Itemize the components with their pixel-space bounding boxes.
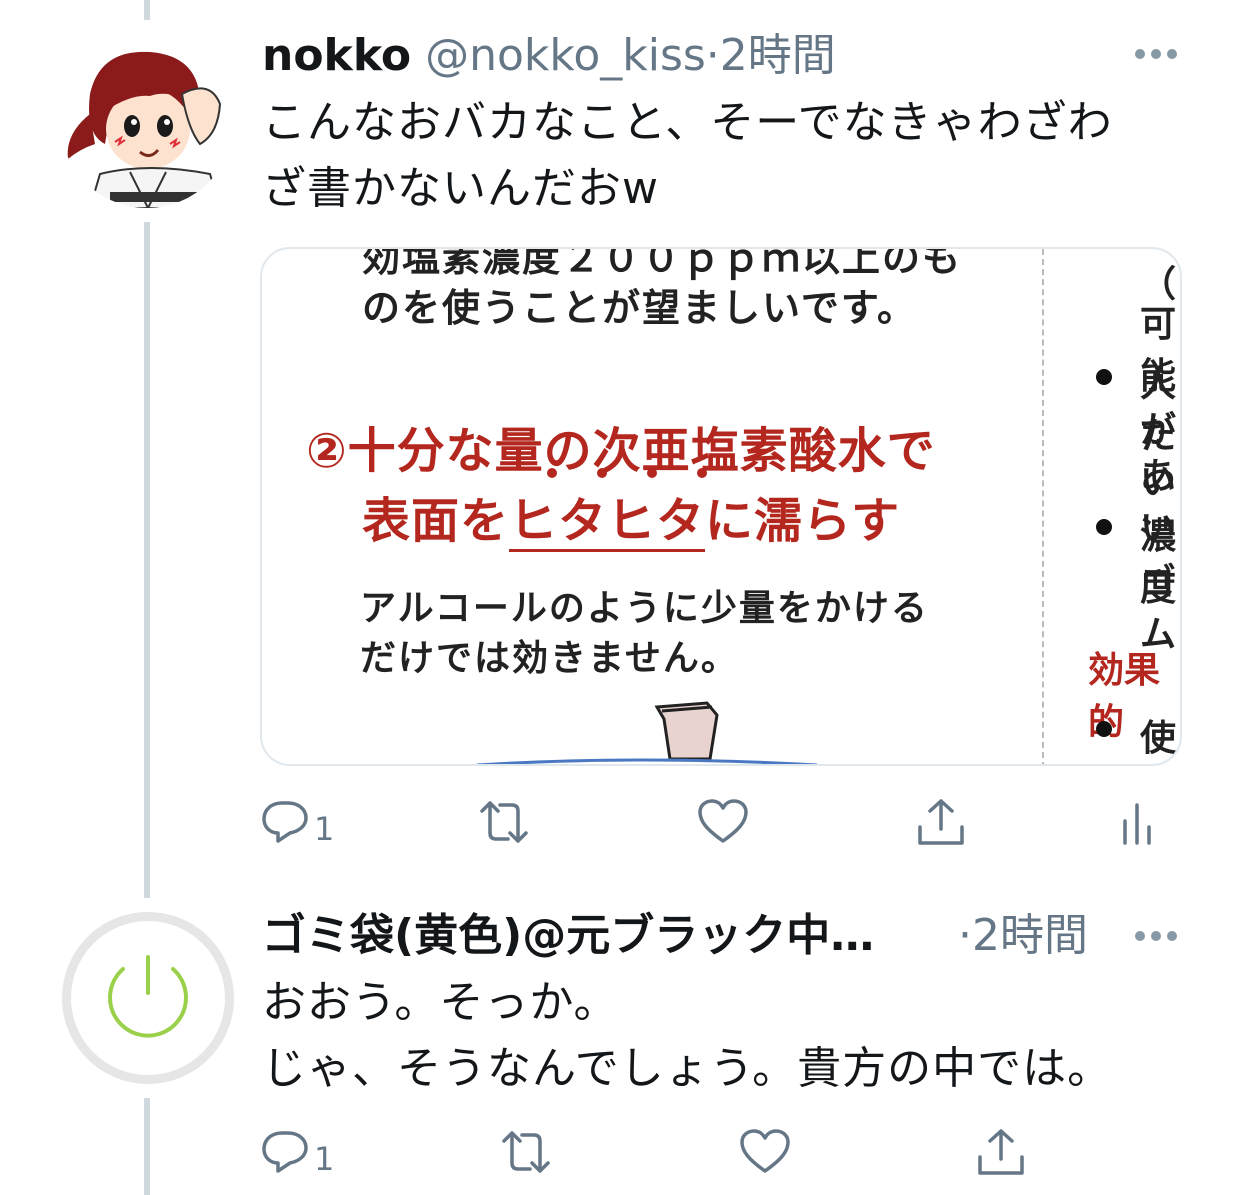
- handle[interactable]: @nokko_kiss: [425, 30, 706, 81]
- emphasis-dots: [547, 468, 707, 478]
- like-button[interactable]: [738, 1122, 792, 1182]
- like-icon: [740, 1129, 790, 1173]
- tweet-meta: ·2時間: [958, 914, 1088, 958]
- media-heading-emphasis: ヒタヒタ: [509, 493, 706, 552]
- share-icon: [978, 1129, 1024, 1175]
- bullet-dot: [1096, 721, 1112, 737]
- display-name[interactable]: nokko: [262, 30, 411, 81]
- tweet-text-line: おおう。そっか。: [262, 977, 619, 1028]
- avatar[interactable]: [60, 34, 234, 208]
- thread-line-middle: [144, 222, 150, 898]
- reply-count: 1: [314, 810, 335, 848]
- like-icon: [698, 799, 748, 843]
- share-button[interactable]: [974, 1122, 1028, 1182]
- tweet-header: nokko @nokko_kiss·2時間: [262, 34, 836, 78]
- media-divider: [1042, 249, 1044, 764]
- tweet-text-line: ざ書かないんだおw: [262, 163, 659, 214]
- tweet-actions: 1: [260, 792, 1160, 852]
- avatar-illustration: [60, 34, 234, 208]
- reply-button[interactable]: 1: [260, 1122, 334, 1182]
- analytics-button[interactable]: [1120, 792, 1156, 852]
- thread-line-bottom: [144, 1098, 150, 1195]
- retweet-icon: [502, 1131, 550, 1173]
- side-text: 限: [1140, 753, 1176, 764]
- media-heading-post: に濡らす: [705, 493, 901, 549]
- separator-dot: ·: [958, 910, 972, 961]
- reply-icon: [262, 801, 308, 843]
- tweet-text-line: じゃ、そうなんでしょう。貴方の中では。: [262, 1043, 1113, 1094]
- more-icon[interactable]: [1134, 930, 1178, 942]
- analytics-icon: [1123, 803, 1151, 845]
- power-icon: [108, 955, 188, 1038]
- tweet-text: こんなおバカなこと、そーでなきゃわざわ ざ書かないんだおw: [262, 90, 1113, 222]
- bullet-dot: [1096, 369, 1112, 385]
- like-button[interactable]: [696, 792, 750, 852]
- reply-icon: [262, 1131, 308, 1173]
- bottle-illustration: [476, 701, 818, 764]
- retweet-icon: [480, 801, 528, 843]
- media-heading-pre: 表面を: [362, 493, 510, 549]
- tweet-media-image[interactable]: 効塩素濃度２００ｐｐｍ以上のも のを使うことが望ましいです。 ②十分な量の次亜塩…: [260, 247, 1182, 766]
- reply-button[interactable]: 1: [260, 792, 334, 852]
- media-text-intro: のを使うことが望ましいです。: [362, 286, 918, 330]
- bullet-dot: [1096, 519, 1112, 535]
- tweet-actions: 1: [260, 1122, 1160, 1182]
- more-icon[interactable]: [1134, 48, 1178, 60]
- timestamp[interactable]: 2時間: [972, 910, 1088, 961]
- reply-count: 1: [314, 1140, 335, 1178]
- avatar[interactable]: [62, 912, 234, 1084]
- thread-line-top: [144, 0, 150, 20]
- share-button[interactable]: [914, 792, 968, 852]
- separator-dot: ·: [705, 30, 720, 81]
- timestamp[interactable]: 2時間: [720, 30, 836, 81]
- tweet-header: ゴミ袋(黄色)@元ブラック中…: [262, 914, 874, 958]
- share-icon: [918, 799, 964, 845]
- tweet-text-line: こんなおバカなこと、そーでなきゃわざわ: [262, 97, 1113, 148]
- retweet-button[interactable]: [474, 792, 534, 852]
- tweet-text: おおう。そっか。 じゃ、そうなんでしょう。貴方の中では。: [262, 970, 1112, 1102]
- display-name[interactable]: ゴミ袋(黄色)@元ブラック中…: [262, 910, 874, 961]
- media-body-line2: だけでは効きません。: [360, 638, 739, 679]
- retweet-button[interactable]: [496, 1122, 556, 1182]
- media-heading-line2: 表面をヒタヒタに濡らす: [362, 481, 901, 552]
- media-body-line1: アルコールのように少量をかける: [360, 588, 929, 629]
